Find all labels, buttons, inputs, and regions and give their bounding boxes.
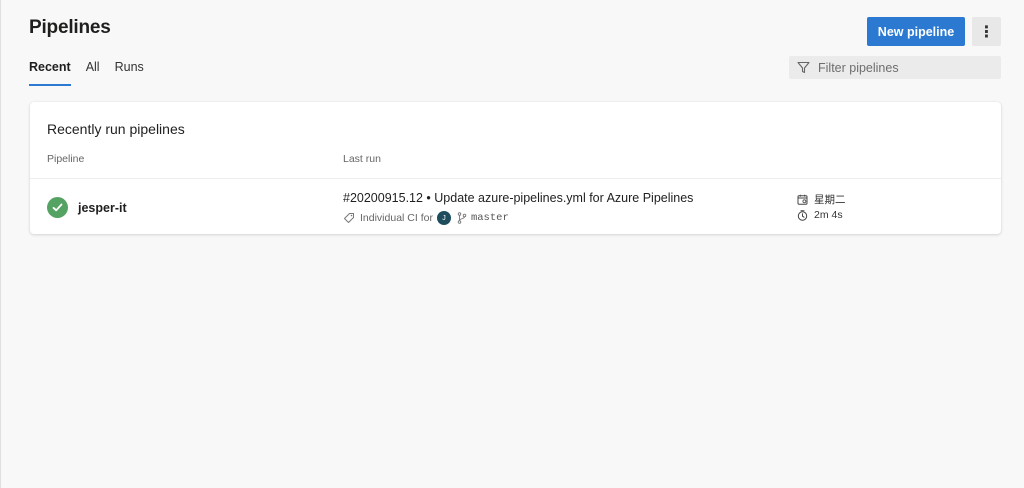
branch-icon xyxy=(457,212,467,224)
tab-all[interactable]: All xyxy=(86,60,100,86)
recent-pipelines-card: Recently run pipelines Pipeline Last run… xyxy=(30,102,1001,234)
check-circle-icon xyxy=(47,197,68,218)
trigger-text: Individual CI for xyxy=(360,212,433,224)
more-actions-button[interactable]: ⋮ xyxy=(972,17,1001,46)
run-date: 星期二 xyxy=(797,192,846,207)
column-header-pipeline: Pipeline xyxy=(47,153,85,165)
run-meta: Individual CI for J master xyxy=(343,211,509,225)
tab-recent[interactable]: Recent xyxy=(29,60,71,86)
filter-pipelines-input[interactable]: Filter pipelines xyxy=(789,56,1001,79)
calendar-icon xyxy=(797,194,808,205)
tag-icon xyxy=(344,213,354,223)
avatar: J xyxy=(436,211,451,225)
filter-placeholder: Filter pipelines xyxy=(818,60,899,75)
tab-runs[interactable]: Runs xyxy=(115,60,144,86)
tab-bar: Recent All Runs xyxy=(29,60,159,86)
clock-icon xyxy=(797,209,808,221)
run-title[interactable]: #20200915.12 • Update azure-pipelines.ym… xyxy=(343,191,693,205)
run-date-text: 星期二 xyxy=(814,194,846,206)
pipelines-page: Pipelines New pipeline ⋮ Recent All Runs… xyxy=(0,0,1024,488)
new-pipeline-button[interactable]: New pipeline xyxy=(867,17,965,46)
page-title: Pipelines xyxy=(29,17,111,38)
filter-icon xyxy=(797,61,810,74)
card-title: Recently run pipelines xyxy=(47,121,185,137)
run-duration: 2m 4s xyxy=(797,209,843,221)
branch-name: master xyxy=(470,212,509,224)
run-duration-text: 2m 4s xyxy=(814,209,843,221)
table-row[interactable]: jesper-it #20200915.12 • Update azure-pi… xyxy=(30,178,1001,235)
column-header-last-run: Last run xyxy=(343,153,381,165)
pipeline-name-link[interactable]: jesper-it xyxy=(78,201,127,215)
more-vertical-icon: ⋮ xyxy=(978,23,995,41)
